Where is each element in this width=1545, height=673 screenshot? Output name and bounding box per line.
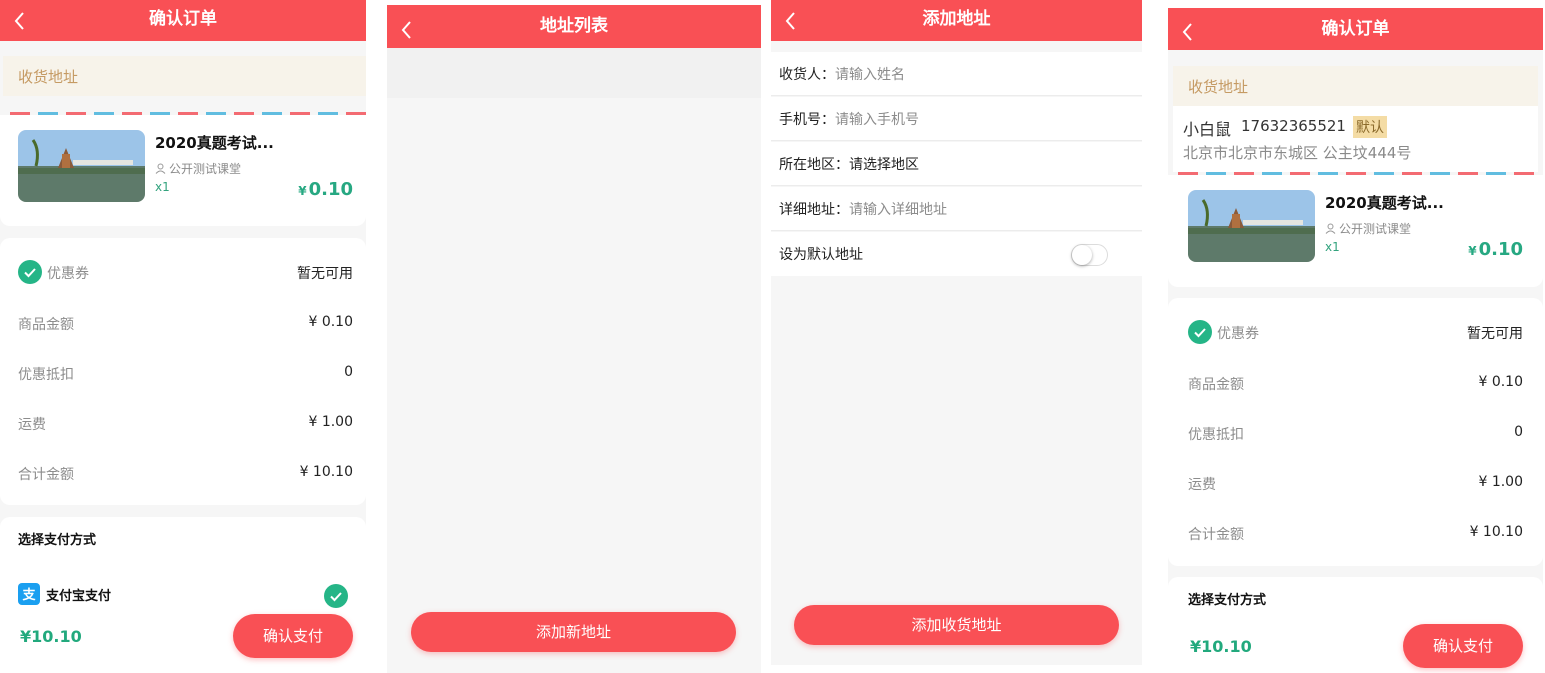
payment-method-alipay[interactable]: 支 支付宝支付 — [18, 583, 111, 605]
address-list-empty — [387, 48, 761, 98]
check-icon — [330, 592, 342, 602]
header: 确认订单 — [0, 0, 366, 41]
default-address-row: 设为默认地址 — [771, 232, 1142, 276]
recipient-input[interactable]: 请输入姓名 — [835, 64, 905, 84]
back-button[interactable] — [781, 8, 801, 30]
summary-value: 0 — [1514, 424, 1523, 440]
summary-card: 优惠券 暂无可用 商品金额 ¥ 0.10 优惠抵扣 0 运费 ¥ 1.00 合计… — [1168, 298, 1543, 566]
coupon-value[interactable]: 暂无可用 — [1467, 323, 1523, 343]
product-title[interactable]: 2020真题考试... — [155, 132, 274, 153]
contact-address: 北京市北京市东城区 公主坟444号 — [1183, 144, 1412, 162]
summary-label: 运费 — [18, 417, 46, 433]
summary-label: 合计金额 — [1188, 527, 1244, 543]
product-card: 2020真题考试... 公开测试课堂 x1 ¥0.10 — [1168, 175, 1543, 287]
back-button[interactable] — [397, 15, 417, 39]
summary-value: ¥ 0.10 — [1478, 374, 1523, 390]
add-new-address-button[interactable]: 添加新地址 — [411, 612, 736, 652]
coupon-check — [1188, 320, 1212, 344]
chevron-left-icon — [1182, 23, 1192, 41]
coupon-check — [18, 260, 42, 284]
detail-address-input[interactable]: 请输入详细地址 — [849, 199, 947, 219]
check-icon — [24, 268, 36, 278]
payment-title: 选择支付方式 — [1188, 593, 1267, 608]
page-title: 添加地址 — [922, 9, 991, 29]
checkout-screen: 确认订单 收货地址 2020真题考试... 公开测试课堂 x1 ¥0.10 优惠… — [0, 0, 366, 673]
summary-label: 合计金额 — [18, 467, 74, 483]
user-icon — [1325, 223, 1336, 234]
summary-label: 优惠抵扣 — [18, 367, 74, 383]
chevron-left-icon — [785, 12, 795, 30]
page-title: 确认订单 — [149, 9, 217, 29]
default-address-toggle[interactable] — [1071, 244, 1108, 266]
landscape-image — [1188, 190, 1315, 262]
summary-label: 优惠抵扣 — [1188, 427, 1244, 443]
summary-value: ¥ 1.00 — [308, 414, 353, 430]
summary-label: 运费 — [1188, 477, 1216, 493]
page-title: 地址列表 — [540, 16, 608, 36]
default-badge: 默认 — [1353, 116, 1387, 138]
back-button[interactable] — [1178, 17, 1198, 41]
chevron-left-icon — [14, 12, 24, 30]
coupon-label: 优惠券 — [1217, 326, 1259, 342]
payment-selected-check[interactable] — [324, 584, 348, 608]
back-button[interactable] — [10, 8, 30, 30]
header: 添加地址 — [771, 0, 1142, 41]
page-title: 确认订单 — [1321, 19, 1390, 39]
add-address-screen: 添加地址 收货人： 请输入姓名 手机号： 请输入手机号 所在地区： 请选择地区 … — [771, 0, 1142, 665]
product-qty: x1 — [1325, 240, 1340, 254]
header: 地址列表 — [387, 5, 761, 48]
svg-text:支: 支 — [21, 587, 36, 603]
payment-title: 选择支付方式 — [18, 533, 97, 548]
toggle-knob — [1072, 245, 1092, 265]
product-price: ¥0.10 — [298, 179, 353, 200]
product-thumbnail — [1188, 190, 1315, 262]
user-icon — [155, 163, 166, 174]
address-section-title: 收货地址 — [1173, 66, 1538, 106]
product-qty: x1 — [155, 180, 170, 194]
chevron-left-icon — [401, 21, 411, 39]
confirm-pay-button[interactable]: 确认支付 — [1403, 624, 1523, 668]
product-card: 2020真题考试... 公开测试课堂 x1 ¥0.10 — [0, 115, 366, 226]
coupon-value[interactable]: 暂无可用 — [297, 263, 353, 283]
phone-field[interactable]: 手机号： 请输入手机号 — [771, 97, 1142, 141]
order-total: ¥10.10 — [20, 627, 82, 646]
add-shipping-address-button[interactable]: 添加收货地址 — [794, 605, 1119, 645]
phone-input[interactable]: 请输入手机号 — [835, 109, 919, 129]
detail-address-field[interactable]: 详细地址： 请输入详细地址 — [771, 187, 1142, 231]
checkout-filled-screen: 确认订单 收货地址 小白鼠 17632365521 默认 北京市北京市东城区 公… — [1168, 8, 1543, 673]
address-list-screen: 地址列表 添加新地址 — [387, 5, 761, 673]
summary-value: ¥ 10.10 — [1469, 524, 1523, 540]
contact-phone: 17632365521 — [1241, 117, 1346, 135]
address-box[interactable]: 小白鼠 17632365521 默认 北京市北京市东城区 公主坟444号 — [1173, 106, 1538, 172]
confirm-pay-button[interactable]: 确认支付 — [233, 614, 353, 658]
product-thumbnail — [18, 130, 145, 202]
alipay-icon: 支 — [18, 583, 40, 605]
check-icon — [1194, 328, 1206, 338]
header: 确认订单 — [1168, 8, 1543, 50]
summary-value: ¥ 10.10 — [299, 464, 353, 480]
product-teacher: 公开测试课堂 — [155, 160, 241, 177]
product-price: ¥0.10 — [1468, 239, 1523, 260]
summary-label: 商品金额 — [1188, 377, 1244, 393]
product-title[interactable]: 2020真题考试... — [1325, 192, 1444, 213]
summary-value: ¥ 0.10 — [308, 314, 353, 330]
summary-card: 优惠券 暂无可用 商品金额 ¥ 0.10 优惠抵扣 0 运费 ¥ 1.00 合计… — [0, 238, 366, 505]
address-section-title[interactable]: 收货地址 — [3, 56, 366, 96]
summary-label: 商品金额 — [18, 317, 74, 333]
summary-value: ¥ 1.00 — [1478, 474, 1523, 490]
order-total: ¥10.10 — [1190, 637, 1252, 656]
summary-value: 0 — [344, 364, 353, 380]
region-select[interactable]: 请选择地区 — [849, 154, 919, 174]
region-field[interactable]: 所在地区： 请选择地区 — [771, 142, 1142, 186]
recipient-field[interactable]: 收货人： 请输入姓名 — [771, 52, 1142, 96]
landscape-image — [18, 130, 145, 202]
product-teacher: 公开测试课堂 — [1325, 220, 1411, 237]
coupon-label: 优惠券 — [47, 266, 89, 282]
contact-name: 小白鼠 — [1183, 120, 1232, 139]
